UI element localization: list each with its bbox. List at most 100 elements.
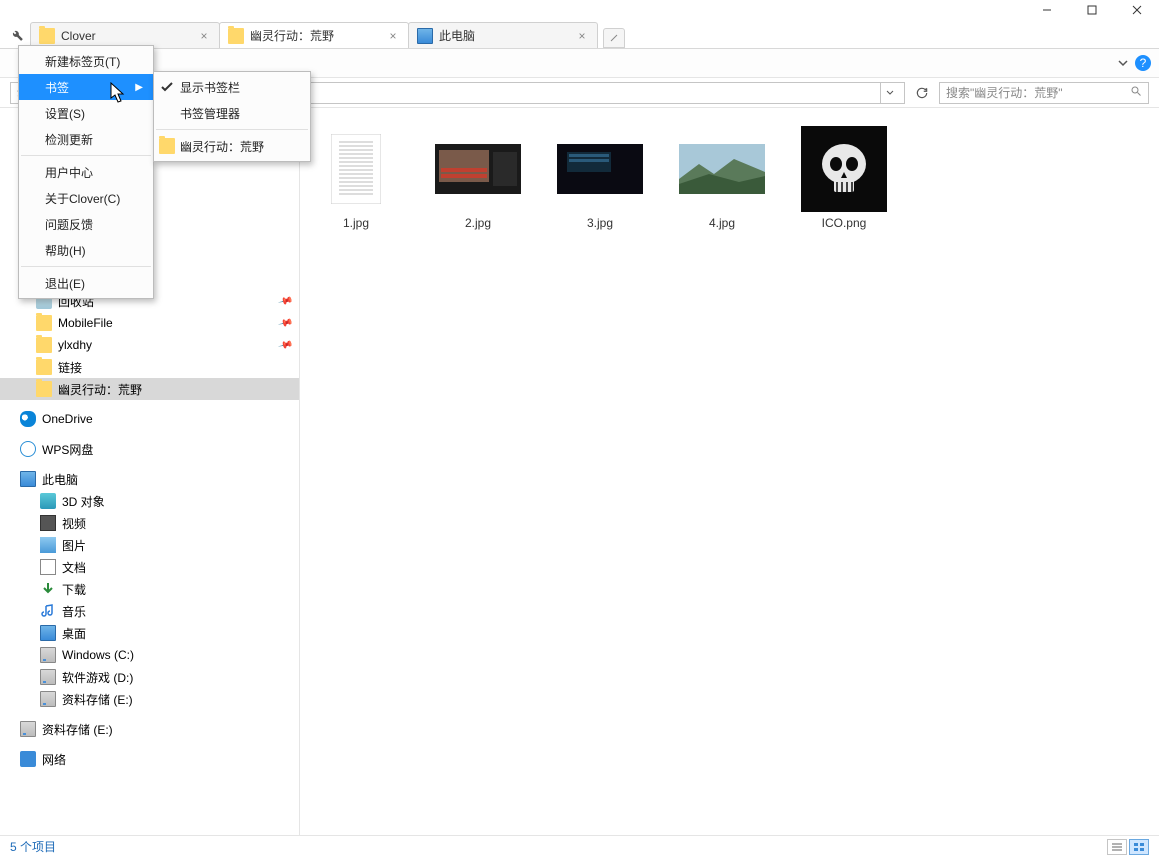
file-item[interactable]: 4.jpg: [676, 126, 768, 230]
tree-item[interactable]: 资料存储 (E:): [0, 688, 299, 710]
monitor-icon: [417, 28, 433, 44]
tab-ghost-recon[interactable]: 幽灵行动：荒野 ×: [219, 22, 409, 48]
folder-icon: [228, 28, 244, 44]
menu-item-label: 书签管理器: [180, 105, 240, 122]
menu-item-label: 问题反馈: [45, 216, 93, 233]
status-text: 5 个项目: [10, 838, 56, 855]
help-button[interactable]: ?: [1135, 55, 1151, 71]
menu-item-label: 设置(S): [45, 105, 85, 122]
file-thumbnail: [679, 126, 765, 212]
tree-item[interactable]: Windows (C:): [0, 644, 299, 666]
menu-item[interactable]: 问题反馈: [19, 211, 153, 237]
tree-item[interactable]: 资料存储 (E:): [0, 718, 299, 740]
tree-item[interactable]: 网络: [0, 748, 299, 770]
menu-item[interactable]: 退出(E): [19, 270, 153, 296]
pictures-icon: [40, 537, 56, 553]
wrench-menu-button[interactable]: [6, 24, 28, 46]
drive-icon: [40, 669, 56, 685]
tree-item-label: 桌面: [62, 625, 86, 642]
file-thumbnail: [313, 126, 399, 212]
file-name: 4.jpg: [709, 216, 735, 230]
chevron-down-icon[interactable]: [1117, 57, 1129, 69]
file-item[interactable]: 2.jpg: [432, 126, 524, 230]
minimize-button[interactable]: [1024, 0, 1069, 20]
tree-item-label: 此电脑: [42, 471, 78, 488]
tree-item[interactable]: 音乐: [0, 600, 299, 622]
tree-item[interactable]: 幽灵行动：荒野: [0, 378, 299, 400]
tree-item[interactable]: 下载: [0, 578, 299, 600]
main-area: 回收站📌MobileFile📌ylxdhy📌链接幽灵行动：荒野OneDriveW…: [0, 108, 1159, 835]
new-tab-button[interactable]: [603, 28, 625, 48]
folder-icon: [36, 359, 52, 375]
wrench-icon: [10, 28, 24, 42]
folder-icon: [159, 138, 175, 154]
tree-item[interactable]: 此电脑: [0, 468, 299, 490]
tree-item-label: 软件游戏 (D:): [62, 669, 133, 686]
details-view-button[interactable]: [1107, 839, 1127, 855]
window-titlebar: [0, 0, 1159, 20]
maximize-button[interactable]: [1069, 0, 1114, 20]
menu-item[interactable]: 帮助(H): [19, 237, 153, 263]
tree-item-label: 图片: [62, 537, 86, 554]
search-placeholder: 搜索"幽灵行动：荒野": [946, 84, 1063, 101]
tab-label: Clover: [61, 29, 197, 43]
folder-icon: [36, 337, 52, 353]
desktop-icon: [40, 625, 56, 641]
window-controls: [1024, 0, 1159, 20]
menu-item[interactable]: 用户中心: [19, 159, 153, 185]
tree-item[interactable]: 文档: [0, 556, 299, 578]
drive-icon: [40, 691, 56, 707]
file-list[interactable]: 1.jpg 2.jpg 3.jpg 4.jpg ICO.png: [300, 108, 1159, 835]
address-dropdown-button[interactable]: [880, 83, 898, 103]
file-item[interactable]: 1.jpg: [310, 126, 402, 230]
menu-item[interactable]: 新建标签页(T): [19, 48, 153, 74]
tree-item[interactable]: 链接: [0, 356, 299, 378]
tree-item[interactable]: MobileFile📌: [0, 312, 299, 334]
tree-item[interactable]: WPS网盘: [0, 438, 299, 460]
tree-item[interactable]: 图片: [0, 534, 299, 556]
menu-item-label: 检测更新: [45, 131, 93, 148]
file-thumbnail: [557, 126, 643, 212]
drive-icon: [20, 721, 36, 737]
menu-item[interactable]: 幽灵行动：荒野: [154, 133, 310, 159]
tree-item-label: 链接: [58, 359, 82, 376]
tree-item-label: 3D 对象: [62, 493, 105, 510]
file-item[interactable]: ICO.png: [798, 126, 890, 230]
menu-item-label: 帮助(H): [45, 242, 86, 259]
tab-close-button[interactable]: ×: [197, 29, 211, 43]
menu-item[interactable]: 显示书签栏: [154, 74, 310, 100]
tree-item[interactable]: 软件游戏 (D:): [0, 666, 299, 688]
tree-item[interactable]: 视频: [0, 512, 299, 534]
folder-icon: [36, 381, 52, 397]
thumbnails-view-button[interactable]: [1129, 839, 1149, 855]
onedrive-icon: [20, 411, 36, 427]
menu-item[interactable]: 检测更新: [19, 126, 153, 152]
menu-item[interactable]: 关于Clover(C): [19, 185, 153, 211]
menu-item[interactable]: 书签管理器: [154, 100, 310, 126]
refresh-button[interactable]: [911, 82, 933, 104]
tab-close-button[interactable]: ×: [575, 29, 589, 43]
file-thumbnail: [801, 126, 887, 212]
menu-item-label: 书签: [45, 79, 69, 96]
search-icon: [1130, 85, 1142, 100]
file-item[interactable]: 3.jpg: [554, 126, 646, 230]
tree-item[interactable]: OneDrive: [0, 408, 299, 430]
plus-icon: [610, 34, 618, 42]
file-name: 1.jpg: [343, 216, 369, 230]
tree-item[interactable]: ylxdhy📌: [0, 334, 299, 356]
menu-item[interactable]: 设置(S): [19, 100, 153, 126]
tab-this-pc[interactable]: 此电脑 ×: [408, 22, 598, 48]
monitor-icon: [20, 471, 36, 487]
tree-item[interactable]: 3D 对象: [0, 490, 299, 512]
cloud-icon: [20, 441, 36, 457]
tree-item-label: 资料存储 (E:): [62, 691, 133, 708]
search-box[interactable]: 搜索"幽灵行动：荒野": [939, 82, 1149, 104]
tab-label: 幽灵行动：荒野: [250, 27, 386, 44]
download-icon: [40, 581, 56, 597]
close-button[interactable]: [1114, 0, 1159, 20]
folder-icon: [39, 28, 55, 44]
tab-close-button[interactable]: ×: [386, 29, 400, 43]
menu-item[interactable]: 书签▶: [19, 74, 153, 100]
menu-item-label: 退出(E): [45, 275, 85, 292]
tree-item[interactable]: 桌面: [0, 622, 299, 644]
